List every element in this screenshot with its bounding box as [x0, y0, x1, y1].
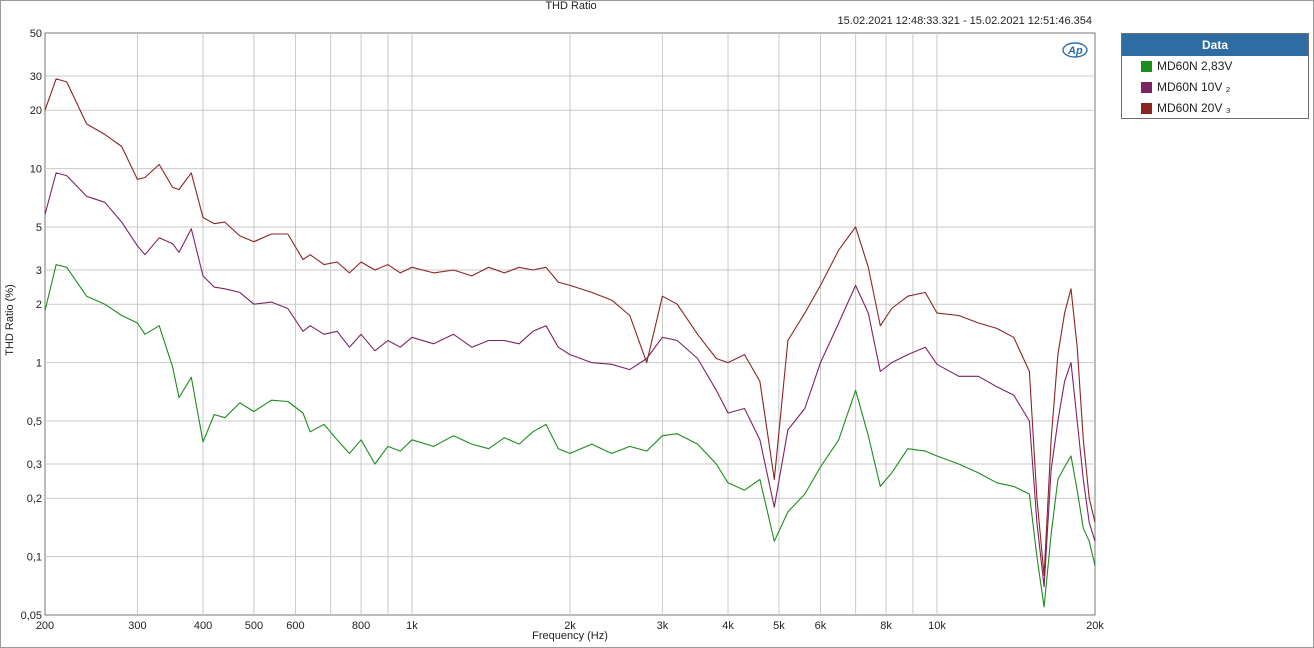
legend-item-10v[interactable]: MD60N 10V ₂	[1122, 77, 1308, 98]
y-tick-label: 0,1	[27, 552, 42, 564]
legend-swatch	[1141, 103, 1152, 114]
x-tick-label: 4k	[722, 620, 734, 632]
svg-text:Ap: Ap	[1067, 45, 1083, 57]
legend-item-label: MD60N 2,83V	[1157, 59, 1233, 73]
legend-item-2-83v[interactable]: MD60N 2,83V	[1122, 56, 1308, 77]
x-tick-label: 5k	[773, 620, 785, 632]
legend-swatch	[1141, 82, 1152, 93]
x-tick-labels: 200 300 400 500 600 800 1k 2k 3k 4k 5k 6k 8k 10k 20k	[36, 620, 1105, 632]
x-tick-label: 200	[36, 620, 54, 632]
thd-chart: 5030201053210,50,30,20,10,05 200 300 400 50…	[21, 28, 1105, 632]
legend-item-20v[interactable]: MD60N 20V ₃	[1122, 98, 1308, 119]
y-tick-label: 50	[30, 28, 42, 40]
x-tick-label: 600	[286, 620, 304, 632]
legend-item-label: MD60N 10V ₂	[1157, 80, 1231, 94]
y-tick-label: 30	[30, 71, 42, 83]
y-tick-label: 0,2	[27, 493, 42, 505]
legend-header: Data	[1122, 34, 1308, 56]
x-tick-label: 2k	[564, 620, 576, 632]
y-tick-label: 1	[36, 358, 42, 370]
x-tick-label: 6k	[815, 620, 827, 632]
legend-item-label: MD60N 20V ₃	[1157, 101, 1231, 115]
ap-logo-icon: Ap	[1062, 42, 1088, 58]
y-tick-label: 0,5	[27, 416, 42, 428]
y-tick-label: 5	[36, 222, 42, 234]
legend-swatch	[1141, 61, 1152, 72]
y-tick-label: 10	[30, 164, 42, 176]
x-tick-label: 800	[352, 620, 370, 632]
x-tick-label: 20k	[1086, 620, 1104, 632]
legend: Data MD60N 2,83V MD60N 10V ₂ MD60N 20V ₃	[1121, 33, 1309, 119]
x-tick-label: 400	[194, 620, 212, 632]
y-tick-labels: 5030201053210,50,30,20,10,05	[21, 28, 42, 622]
y-tick-label: 0,3	[27, 459, 42, 471]
y-tick-label: 2	[36, 299, 42, 311]
y-tick-label: 3	[36, 265, 42, 277]
x-tick-label: 1k	[406, 620, 418, 632]
y-tick-label: 20	[30, 105, 42, 117]
x-tick-label: 300	[128, 620, 146, 632]
x-tick-label: 10k	[928, 620, 946, 632]
x-tick-label: 3k	[657, 620, 669, 632]
x-tick-label: 8k	[880, 620, 892, 632]
x-tick-label: 500	[245, 620, 263, 632]
